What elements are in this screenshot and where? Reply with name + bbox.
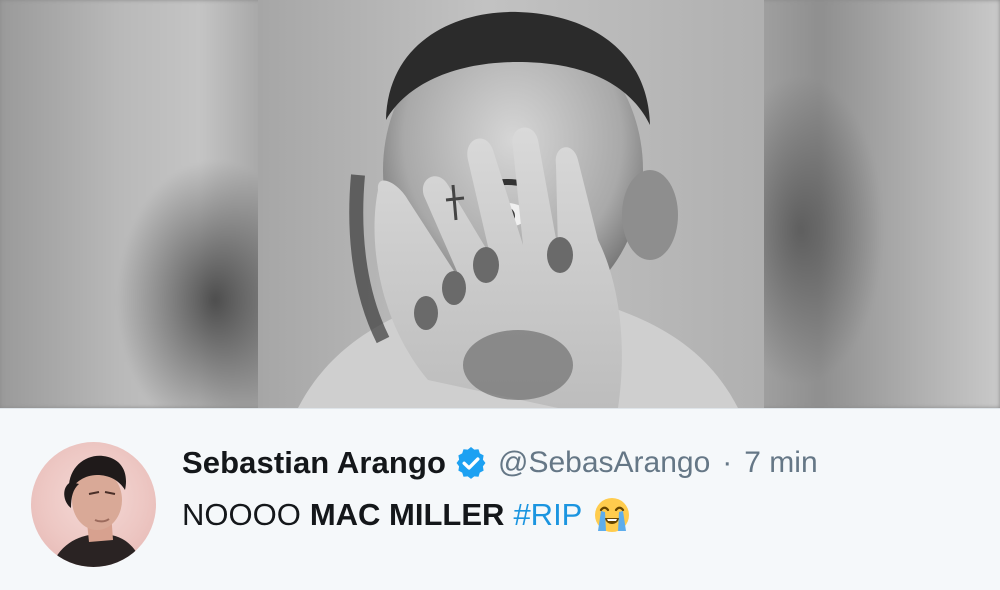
hashtag-link[interactable]: #RIP — [513, 497, 582, 533]
tweet-header: Sebastian Arango @SebasArango · 7 min — [182, 443, 818, 483]
avatar-illustration — [51, 455, 143, 567]
user-handle[interactable]: @SebasArango — [498, 446, 710, 480]
loudly-crying-face-icon — [592, 495, 632, 535]
tweet-timestamp[interactable]: 7 min — [744, 446, 817, 480]
tweet-text-bold: MAC MILLER — [309, 497, 505, 532]
tweet-card[interactable]: Sebastian Arango @SebasArango · 7 min NO… — [0, 408, 1000, 590]
tweet-photo[interactable] — [0, 0, 1000, 408]
verified-badge-icon — [454, 446, 488, 480]
portrait-illustration — [258, 0, 764, 408]
display-name[interactable]: Sebastian Arango — [182, 445, 446, 481]
tweet-screenshot: Sebastian Arango @SebasArango · 7 min NO… — [0, 0, 1000, 590]
avatar[interactable] — [31, 442, 156, 567]
tweet-text-plain: NOOOO — [182, 497, 301, 532]
meta-separator: · — [722, 446, 733, 479]
portrait-photo — [258, 0, 764, 408]
tweet-text: NOOOO MAC MILLER #RIP — [182, 495, 632, 535]
